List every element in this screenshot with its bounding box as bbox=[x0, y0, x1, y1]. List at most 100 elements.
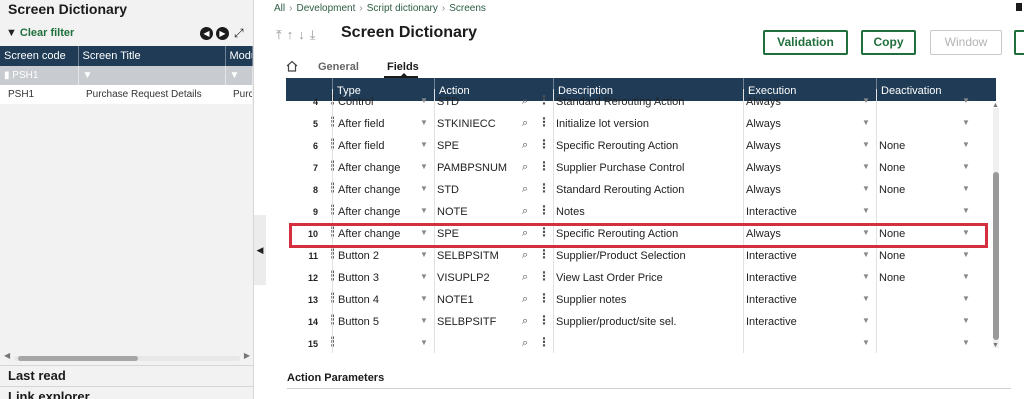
more-actions-icon[interactable]: ⋮ bbox=[538, 111, 550, 133]
cell-execution[interactable]: Interactive bbox=[746, 287, 856, 309]
cell-type[interactable]: After change bbox=[338, 199, 418, 221]
link-explorer-section[interactable]: Link explorer bbox=[0, 386, 254, 399]
execution-dropdown-icon[interactable]: ▼ bbox=[862, 287, 870, 311]
cell-deactivation[interactable] bbox=[879, 199, 959, 221]
cell-deactivation[interactable] bbox=[879, 89, 959, 111]
cell-module[interactable]: Purc bbox=[225, 85, 252, 104]
execution-dropdown-icon[interactable]: ▼ bbox=[862, 265, 870, 289]
execution-dropdown-icon[interactable]: ▼ bbox=[862, 199, 870, 223]
previous-icon[interactable]: ◀ bbox=[200, 27, 213, 40]
cell-description[interactable]: Supplier/product/site sel. bbox=[556, 309, 731, 331]
table-row[interactable]: 4 Control STD Standard Rerouting Action Alwa… bbox=[270, 89, 980, 111]
tab-fields[interactable]: Fields bbox=[387, 61, 419, 73]
cell-type[interactable]: Button 3 bbox=[338, 265, 418, 287]
search-icon[interactable]: ⌕ bbox=[522, 287, 528, 311]
type-dropdown-icon[interactable]: ▼ bbox=[420, 287, 428, 311]
row-menu-icon[interactable]: ⋮ bbox=[326, 177, 336, 199]
first-record-icon[interactable]: ⤒ bbox=[276, 27, 287, 42]
deactivation-dropdown-icon[interactable]: ▼ bbox=[962, 199, 970, 223]
previous-record-icon[interactable]: ↑ bbox=[287, 27, 299, 42]
cell-type[interactable]: After field bbox=[338, 133, 418, 155]
type-dropdown-icon[interactable]: ▼ bbox=[420, 177, 428, 201]
more-actions-icon[interactable]: ⋮ bbox=[538, 155, 550, 177]
row-menu-icon[interactable]: ⋮ bbox=[326, 265, 336, 287]
row-menu-icon[interactable]: ⋮ bbox=[326, 331, 336, 353]
horizontal-scrollbar[interactable]: ◀ ▶ bbox=[4, 351, 250, 362]
table-row[interactable]: PSH1 Purchase Request Details Purc bbox=[0, 85, 252, 104]
type-dropdown-icon[interactable]: ▼ bbox=[420, 111, 428, 135]
cell-action[interactable]: SELBPSITF bbox=[437, 309, 522, 331]
column-header-screen-code[interactable]: Screen code bbox=[0, 46, 79, 66]
cell-execution[interactable]: Always bbox=[746, 111, 856, 133]
last-read-section[interactable]: Last read bbox=[0, 365, 254, 386]
window-button[interactable]: Window bbox=[930, 30, 1002, 55]
table-row[interactable]: 14 Button 5 SELBPSITF Supplier/product/site… bbox=[270, 309, 980, 331]
copy-button[interactable]: Copy bbox=[861, 30, 916, 55]
cell-type[interactable]: Control bbox=[338, 89, 418, 111]
row-menu-icon[interactable]: ⋮ bbox=[326, 199, 336, 221]
last-record-icon[interactable]: ⤓ bbox=[310, 27, 321, 42]
cell-deactivation[interactable] bbox=[879, 287, 959, 309]
scroll-right-icon[interactable]: ▶ bbox=[244, 351, 250, 360]
cell-description[interactable]: Supplier notes bbox=[556, 287, 731, 309]
cell-action[interactable]: STKINIECC bbox=[437, 111, 522, 133]
table-row[interactable]: 13 Button 4 NOTE1 Supplier notes Interactive… bbox=[270, 287, 980, 309]
deactivation-dropdown-icon[interactable]: ▼ bbox=[962, 155, 970, 179]
cell-description[interactable]: Standard Rerouting Action bbox=[556, 177, 731, 199]
cell-screen-code[interactable]: PSH1 bbox=[0, 85, 78, 104]
deactivation-dropdown-icon[interactable]: ▼ bbox=[962, 111, 970, 135]
cell-deactivation[interactable]: None bbox=[879, 155, 959, 177]
table-row[interactable]: 5 After field STKINIECC Initialize lot vers… bbox=[270, 111, 980, 133]
more-actions-icon[interactable]: ⋮ bbox=[538, 133, 550, 155]
cell-action[interactable]: PAMBPSNUM bbox=[437, 155, 522, 177]
search-icon[interactable]: ⌕ bbox=[522, 89, 528, 113]
type-dropdown-icon[interactable]: ▼ bbox=[420, 199, 428, 223]
type-dropdown-icon[interactable]: ▼ bbox=[420, 155, 428, 179]
cell-action[interactable]: STD bbox=[437, 177, 522, 199]
table-row[interactable]: 6 After field SPE Specific Rerouting Action… bbox=[270, 133, 980, 155]
next-icon[interactable]: ▶ bbox=[216, 27, 229, 40]
table-row[interactable]: 12 Button 3 VISUPLP2 View Last Order Price I… bbox=[270, 265, 980, 287]
more-actions-icon[interactable]: ⋮ bbox=[538, 199, 550, 221]
cell-description[interactable]: Standard Rerouting Action bbox=[556, 89, 731, 111]
table-row[interactable]: 15 ⋮ ▼ ▼ ▼ ⌕ ⋮ bbox=[270, 331, 980, 353]
cell-deactivation[interactable] bbox=[879, 331, 959, 353]
deactivation-dropdown-icon[interactable]: ▼ bbox=[962, 265, 970, 289]
cell-type[interactable]: After change bbox=[338, 177, 418, 199]
tab-general[interactable]: General bbox=[318, 61, 359, 73]
more-actions-icon[interactable]: ⋮ bbox=[538, 89, 550, 111]
search-icon[interactable]: ⌕ bbox=[522, 331, 528, 355]
table-row[interactable]: 7 After change PAMBPSNUM Supplier Purchase … bbox=[270, 155, 980, 177]
cell-type[interactable]: Button 5 bbox=[338, 309, 418, 331]
search-icon[interactable]: ⌕ bbox=[522, 177, 528, 201]
cell-deactivation[interactable]: None bbox=[879, 265, 959, 287]
cell-execution[interactable]: Always bbox=[746, 155, 856, 177]
deactivation-dropdown-icon[interactable]: ▼ bbox=[962, 287, 970, 311]
cell-type[interactable]: After field bbox=[338, 111, 418, 133]
cell-action[interactable]: NOTE bbox=[437, 199, 522, 221]
breadcrumb-script-dictionary[interactable]: Script dictionary bbox=[367, 3, 438, 14]
more-actions-icon[interactable]: ⋮ bbox=[538, 265, 550, 287]
scroll-thumb[interactable] bbox=[993, 172, 999, 340]
deactivation-dropdown-icon[interactable]: ▼ bbox=[962, 309, 970, 333]
deactivation-dropdown-icon[interactable]: ▼ bbox=[962, 133, 970, 157]
cell-execution[interactable] bbox=[746, 331, 856, 353]
cell-deactivation[interactable]: None bbox=[879, 133, 959, 155]
cell-action[interactable]: VISUPLP2 bbox=[437, 265, 522, 287]
search-icon[interactable]: ⌕ bbox=[522, 155, 528, 179]
next-record-icon[interactable]: ↓ bbox=[298, 27, 310, 42]
cell-execution[interactable]: Interactive bbox=[746, 309, 856, 331]
scroll-left-icon[interactable]: ◀ bbox=[4, 351, 10, 360]
cell-execution[interactable]: Interactive bbox=[746, 265, 856, 287]
row-menu-icon[interactable]: ⋮ bbox=[326, 111, 336, 133]
table-row[interactable]: 9 After change NOTE Notes Interactive ⋮ ▼ ▼ ▼ ⌕ ⋮ bbox=[270, 199, 980, 221]
cell-type[interactable]: After change bbox=[338, 155, 418, 177]
cell-description[interactable]: Notes bbox=[556, 199, 731, 221]
column-header-screen-title[interactable]: Screen Title bbox=[78, 46, 226, 66]
cell-description[interactable] bbox=[556, 331, 731, 353]
search-icon[interactable]: ⌕ bbox=[522, 265, 528, 289]
deactivation-dropdown-icon[interactable]: ▼ bbox=[962, 89, 970, 113]
cell-execution[interactable]: Always bbox=[746, 89, 856, 111]
cell-action[interactable] bbox=[437, 331, 522, 353]
deactivation-dropdown-icon[interactable]: ▼ bbox=[962, 177, 970, 201]
